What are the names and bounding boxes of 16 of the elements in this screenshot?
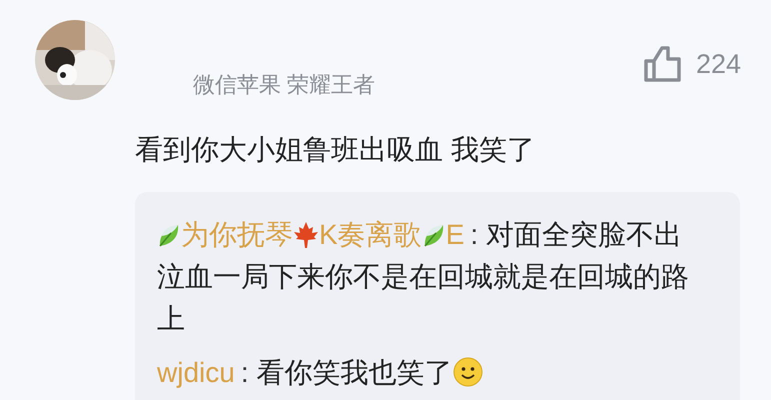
leaf-icon [422, 222, 446, 248]
reply-author[interactable]: K奏离歌 [319, 219, 422, 250]
smiley-icon [452, 357, 483, 387]
reply-author[interactable]: wjdicu [157, 357, 235, 388]
reply-author[interactable]: E [446, 219, 464, 250]
colon: : [470, 219, 478, 250]
reply: wjdicu : 看你笑我也笑了 [157, 352, 690, 394]
reply: 为你抚琴 K奏离歌 E : 对面全突脸不出泣血一局下来你不是在回城就是在回城的路上 [157, 218, 690, 336]
thumbs-up-icon[interactable] [644, 46, 682, 82]
comment-text: 看到你大小姐鲁班出吸血 我笑了 [135, 133, 536, 167]
reply-author[interactable]: 为你抚琴 [181, 219, 293, 250]
like-count: 224 [696, 48, 741, 80]
colon: : [240, 357, 249, 388]
leaf-icon [157, 222, 181, 248]
maple-leaf-icon [293, 221, 319, 249]
username[interactable]: 微信苹果 荣耀王者 [193, 70, 644, 100]
